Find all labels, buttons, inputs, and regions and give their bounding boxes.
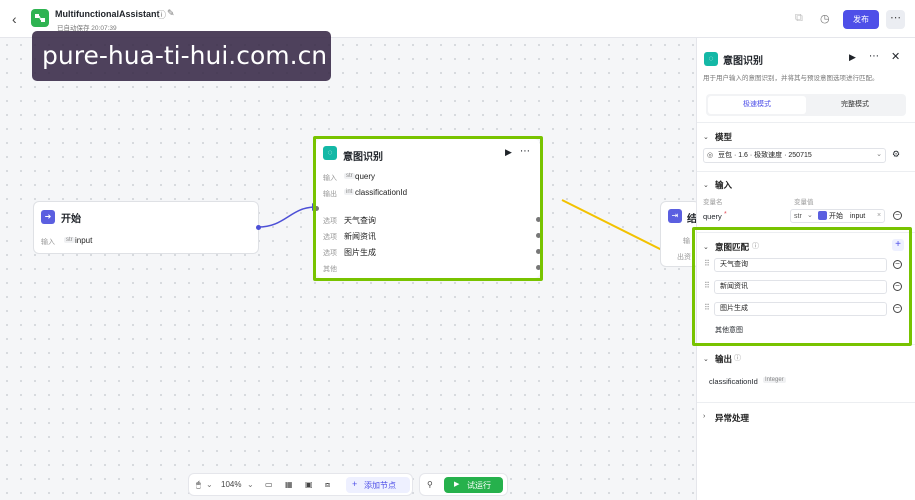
layout-icon[interactable]: ⧈ <box>325 480 330 490</box>
chevron-down-icon[interactable]: ⌄ <box>703 181 709 189</box>
model-select[interactable]: ◎ 豆包 · 1.6 · 极致速度 · 250715 ⌄ <box>703 148 886 163</box>
chevron-down-icon[interactable]: ⌄ <box>247 480 254 489</box>
output-section-title: 输出 <box>715 354 733 364</box>
plus-icon: + <box>352 479 358 489</box>
chevron-down-icon: ⌄ <box>876 151 882 158</box>
watermark-text: pure-hua-ti-hui.com.cn <box>32 31 331 81</box>
chevron-right-icon[interactable]: › <box>703 413 705 420</box>
minimap-icon[interactable]: ▦ <box>285 480 293 489</box>
panel-title: 意图识别 <box>723 56 763 67</box>
panel-description: 用于用户输入的意图识别，并将其与预设意图选项进行匹配。 <box>703 75 879 82</box>
connection-start-intent <box>257 206 315 228</box>
start-input-type: str <box>64 237 75 243</box>
start-node-icon: ➜ <box>41 210 55 224</box>
chevron-down-icon[interactable]: ⌄ <box>206 480 213 489</box>
end-node-icon: ⇥ <box>668 209 682 223</box>
debug-icon[interactable]: ⚲ <box>427 480 433 489</box>
image-icon[interactable]: ▣ <box>305 480 313 489</box>
model-section-title: 模型 <box>715 132 733 142</box>
annotation-arrow <box>561 199 673 256</box>
test-run-button[interactable]: ▶ 试运行 <box>444 477 503 493</box>
mode-tabs: 极速模式 完整模式 <box>706 94 906 116</box>
end-node-row: 输 <box>683 238 690 245</box>
run-toolbar: ⚲ ▶ 试运行 <box>419 473 508 496</box>
play-icon: ▶ <box>454 481 460 488</box>
chevron-down-icon[interactable]: ⌄ <box>703 355 709 363</box>
panel-run-icon[interactable]: ▶ <box>849 52 856 63</box>
add-node-button[interactable]: + 添加节点 <box>346 477 410 493</box>
copy-icon[interactable]: ⧉ <box>795 12 803 25</box>
start-source-icon <box>818 211 827 220</box>
start-input-label: 输入 <box>41 239 55 246</box>
output-var-type: Integer <box>763 377 786 383</box>
source-field-name: input <box>850 213 866 220</box>
divider <box>697 171 915 172</box>
var-name-header: 变量名 <box>703 199 723 206</box>
canvas-toolbar: 🖱︎ ⌄ 104% ⌄ ▭ ▦ ▣ ⧈ + 添加节点 <box>188 473 413 496</box>
exception-section-title[interactable]: 异常处理 <box>715 412 749 424</box>
test-run-label: 试运行 <box>467 481 491 490</box>
history-icon[interactable]: ◷ <box>820 12 830 25</box>
input-section-title: 输入 <box>715 180 733 190</box>
highlight-box-panel <box>692 227 912 346</box>
comment-icon[interactable]: ▭ <box>265 480 273 489</box>
more-menu-button[interactable]: ⋯ <box>886 10 905 29</box>
var-value-header: 变量值 <box>794 199 814 206</box>
tab-fast-mode[interactable]: 极速模式 <box>708 96 806 114</box>
highlight-box-node <box>313 136 543 281</box>
panel-intent-icon: ◌ <box>704 52 718 66</box>
model-icon: ◎ <box>707 152 714 159</box>
end-node-row: 出资 <box>677 254 691 261</box>
chevron-down-icon: ⌄ <box>807 212 813 219</box>
start-input-name: input <box>75 236 93 245</box>
required-mark: * <box>724 211 727 218</box>
tab-full-mode[interactable]: 完整模式 <box>806 96 904 114</box>
start-node[interactable]: ➜ 开始 输入 str input <box>33 201 261 254</box>
source-node-name: 开始 <box>829 213 843 220</box>
chevron-down-icon[interactable]: ⌄ <box>703 133 709 141</box>
add-node-label: 添加节点 <box>364 481 396 490</box>
clear-icon[interactable]: × <box>877 210 881 222</box>
publish-button[interactable]: 发布 <box>843 10 879 29</box>
remove-input-icon[interactable]: − <box>893 211 902 220</box>
start-output-port[interactable] <box>256 225 261 230</box>
input-var-name: query <box>703 212 722 221</box>
input-var-value-field[interactable]: str ⌄ 开始 input × <box>790 209 885 223</box>
pointer-mode-icon[interactable]: 🖱︎ <box>196 480 201 490</box>
zoom-level[interactable]: 104% <box>221 480 241 489</box>
output-var-name: classificationId <box>709 377 758 386</box>
type-select[interactable]: str <box>794 211 802 223</box>
panel-close-icon[interactable]: ✕ <box>891 50 900 63</box>
panel-more-icon[interactable]: ⋯ <box>869 51 879 62</box>
start-node-title: 开始 <box>61 214 81 225</box>
model-value: 豆包 · 1.6 · 极致速度 · 250715 <box>718 152 812 159</box>
divider <box>697 122 915 123</box>
output-info-icon[interactable]: ⓘ <box>734 353 741 363</box>
settings-gear-icon[interactable]: ⚙ <box>892 149 900 160</box>
divider <box>697 402 915 403</box>
